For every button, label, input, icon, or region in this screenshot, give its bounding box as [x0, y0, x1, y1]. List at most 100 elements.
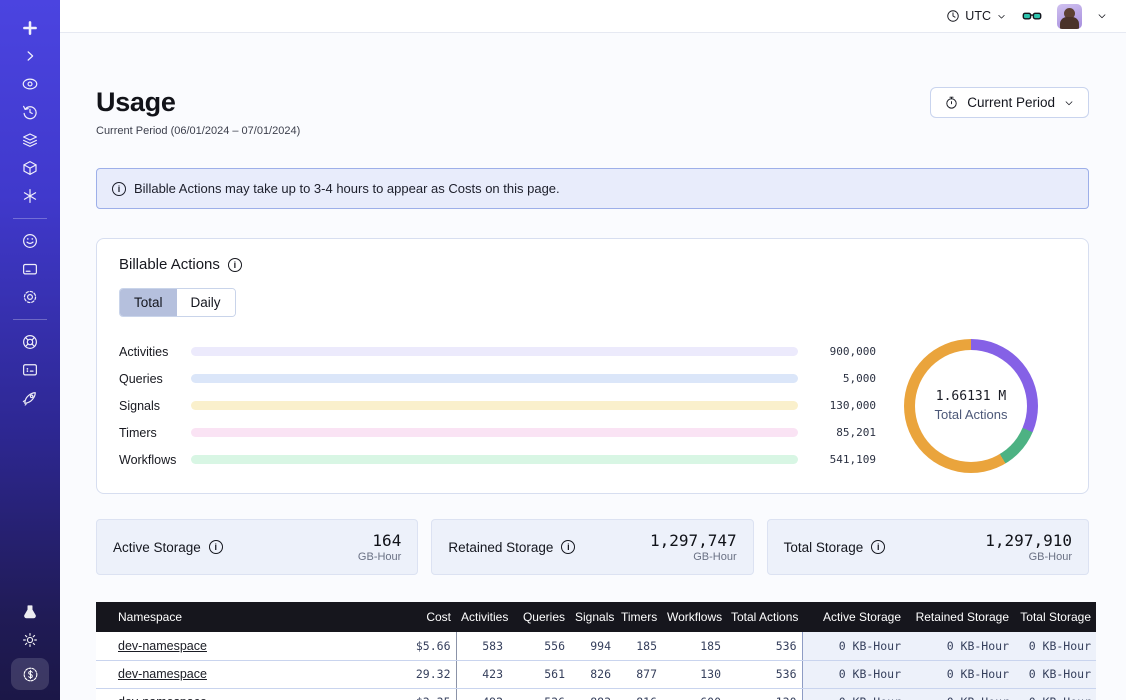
billing-card-icon[interactable] — [20, 259, 40, 279]
cell-total-storage: 0 KB-Hour — [1014, 660, 1096, 688]
col-header-total-actions[interactable]: Total Actions — [726, 602, 802, 632]
storage-card-label: Total Storage — [784, 540, 864, 555]
billable-actions-label: Billable Actions — [119, 256, 220, 273]
bar-value: 541,109 — [814, 453, 876, 466]
page-subtitle: Current Period (06/01/2024 – 07/01/2024) — [96, 125, 300, 137]
tab-total[interactable]: Total — [120, 289, 177, 316]
info-icon — [112, 182, 126, 196]
info-icon[interactable] — [209, 540, 223, 554]
cell-signals: 994 — [570, 632, 616, 660]
cell-timers: 877 — [616, 660, 662, 688]
dollar-coin-icon — [21, 665, 40, 684]
main-content: Usage Current Period (06/01/2024 – 07/01… — [60, 33, 1126, 700]
billable-chart-area: Activities 900,000 Queries 5,000 Signals… — [119, 338, 1066, 473]
info-icon[interactable] — [871, 540, 885, 554]
namespace-link[interactable]: dev-namespace — [118, 695, 207, 700]
bar-label: Activities — [119, 345, 191, 359]
clock-icon — [946, 9, 960, 23]
cell-active-storage: 0 KB-Hour — [802, 632, 906, 660]
cell-total-storage: 0 KB-Hour — [1014, 688, 1096, 700]
namespace-link[interactable]: dev-namespace — [118, 667, 207, 681]
cell-queries: 536 — [508, 688, 570, 700]
col-header-retained-storage[interactable]: Retained Storage — [906, 602, 1014, 632]
storage-card-label: Active Storage — [113, 540, 201, 555]
top-bar: UTC — [60, 0, 1126, 33]
chevron-down-icon — [1063, 97, 1075, 109]
col-header-active-storage[interactable]: Active Storage — [802, 602, 906, 632]
period-selector-button[interactable]: Current Period — [930, 87, 1089, 118]
bar-value: 130,000 — [814, 399, 876, 412]
cell-queries: 556 — [508, 632, 570, 660]
bar-track — [191, 455, 798, 464]
bar-row-workflows: Workflows 541,109 — [119, 446, 876, 473]
timezone-selector[interactable]: UTC — [946, 9, 1007, 23]
bar-label: Queries — [119, 372, 191, 386]
temporal-logo-icon[interactable] — [20, 18, 40, 38]
tab-daily[interactable]: Daily — [177, 289, 235, 316]
cell-total-actions: 536 — [726, 660, 802, 688]
feedback-monitor-icon[interactable] — [20, 360, 40, 380]
cell-activities: 423 — [456, 660, 508, 688]
cell-workflows: 130 — [662, 660, 726, 688]
cell-timers: 185 — [616, 632, 662, 660]
storage-card-value: 164 — [358, 531, 401, 550]
storage-card-unit: GB-Hour — [985, 551, 1072, 563]
storage-card-value: 1,297,910 — [985, 531, 1072, 550]
cell-queries: 561 — [508, 660, 570, 688]
bar-track — [191, 374, 798, 383]
col-header-cost[interactable]: Cost — [344, 602, 456, 632]
labs-flask-icon[interactable] — [20, 602, 40, 622]
account-menu-chevron[interactable] — [1096, 10, 1108, 22]
col-header-signals[interactable]: Signals — [570, 602, 616, 632]
period-button-label: Current Period — [967, 95, 1055, 110]
col-header-queries[interactable]: Queries — [508, 602, 570, 632]
timezone-label: UTC — [965, 9, 991, 23]
billable-actions-card: Billable Actions Total Daily Activities … — [96, 238, 1089, 494]
usage-gauge-icon[interactable] — [20, 231, 40, 251]
bar-value: 85,201 — [814, 426, 876, 439]
cell-signals: 883 — [570, 688, 616, 700]
assist-glasses-button[interactable] — [1021, 5, 1043, 27]
settings-gear-icon[interactable] — [20, 287, 40, 307]
col-header-activities[interactable]: Activities — [456, 602, 508, 632]
cell-workflows: 185 — [662, 632, 726, 660]
support-lifebuoy-icon[interactable] — [20, 332, 40, 352]
bar-label: Signals — [119, 399, 191, 413]
cell-retained-storage: 0 KB-Hour — [906, 688, 1014, 700]
col-header-timers[interactable]: Timers — [616, 602, 662, 632]
donut-total-label: Total Actions — [935, 407, 1008, 422]
table-header-row: Namespace Cost Activities Queries Signal… — [96, 602, 1096, 632]
namespaces-icon[interactable] — [20, 74, 40, 94]
deployments-cube-icon[interactable] — [20, 158, 40, 178]
col-header-namespace[interactable]: Namespace — [96, 602, 344, 632]
collapse-sidebar-icon[interactable] — [20, 46, 40, 66]
user-avatar[interactable] — [1057, 4, 1082, 29]
storage-card-label: Retained Storage — [448, 540, 553, 555]
namespace-link[interactable]: dev-namespace — [118, 639, 207, 653]
cell-total-actions: 130 — [726, 688, 802, 700]
page-header: Usage Current Period (06/01/2024 – 07/01… — [96, 87, 1089, 137]
col-header-workflows[interactable]: Workflows — [662, 602, 726, 632]
credits-dollar-button[interactable] — [11, 658, 49, 690]
donut-chart-wrap: 1.66131 M Total Actions — [876, 339, 1066, 473]
donut-total-value: 1.66131 M — [936, 389, 1006, 404]
info-icon[interactable] — [228, 258, 242, 272]
theme-sun-icon[interactable] — [20, 630, 40, 650]
nexus-asterisk-icon[interactable] — [20, 186, 40, 206]
cell-activities: 583 — [456, 632, 508, 660]
col-header-total-storage[interactable]: Total Storage — [1014, 602, 1096, 632]
page-title: Usage — [96, 87, 300, 118]
bar-chart: Activities 900,000 Queries 5,000 Signals… — [119, 338, 876, 473]
bar-label: Timers — [119, 426, 191, 440]
info-banner: Billable Actions may take up to 3-4 hour… — [96, 168, 1089, 209]
schedules-clock-icon[interactable] — [20, 102, 40, 122]
stacks-layers-icon[interactable] — [20, 130, 40, 150]
info-icon[interactable] — [561, 540, 575, 554]
getting-started-rocket-icon[interactable] — [20, 388, 40, 408]
cell-cost: $3.35 — [344, 688, 456, 700]
left-sidebar — [0, 0, 60, 700]
stopwatch-icon — [944, 95, 959, 110]
storage-card-unit: GB-Hour — [358, 551, 401, 563]
table-row: dev-namespace $5.66 583 556 994 185 185 … — [96, 632, 1096, 660]
donut-center: 1.66131 M Total Actions — [915, 350, 1027, 462]
